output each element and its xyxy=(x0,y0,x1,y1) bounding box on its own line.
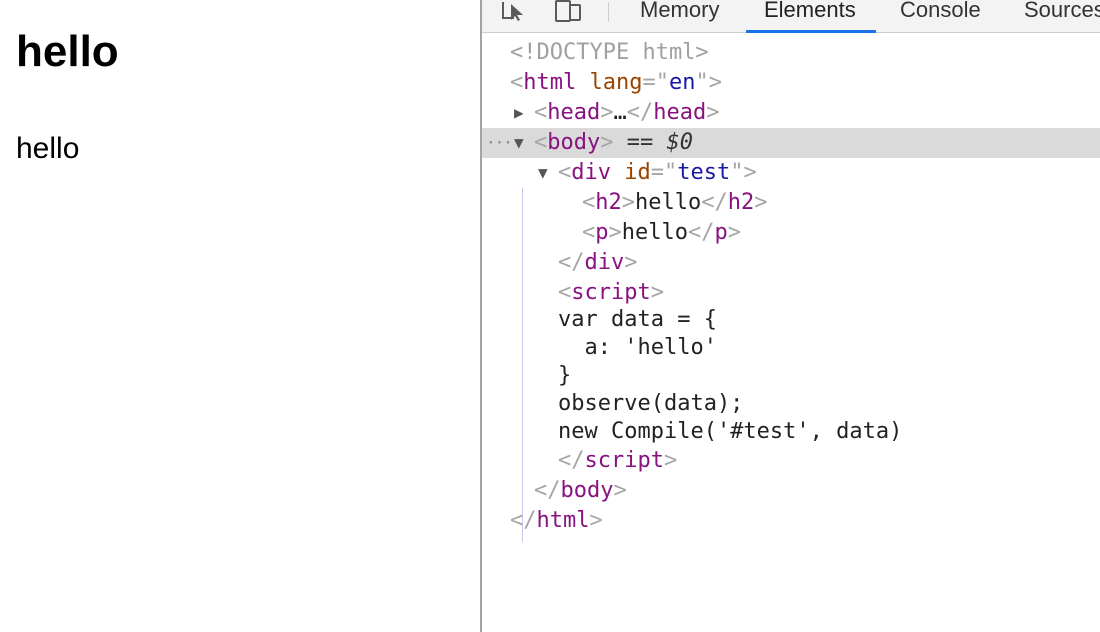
script-tag-name: script xyxy=(571,280,651,305)
dom-node-p[interactable]: <p>hello</p> xyxy=(482,218,1100,248)
dom-node-head[interactable]: ▶ <head>…</head> xyxy=(482,98,1100,128)
script-code-line: new Compile('#test', data) xyxy=(482,418,1100,446)
tab-memory[interactable]: Memory xyxy=(640,0,719,33)
script-line-3: } xyxy=(558,363,572,388)
html-close-tag-name: html xyxy=(536,508,590,533)
html-lang-value: en xyxy=(668,70,696,95)
script-code-line: a: 'hello' xyxy=(482,334,1100,362)
inspect-element-icon[interactable] xyxy=(500,0,530,27)
dom-node-html-close[interactable]: </html> xyxy=(482,506,1100,536)
html-lang-attr: lang xyxy=(589,70,643,95)
p-close-tag-name: p xyxy=(714,220,728,245)
expand-triangle-icon[interactable]: ▶ xyxy=(514,98,524,128)
h2-close-tag-name: h2 xyxy=(727,190,755,215)
script-close-tag-name: script xyxy=(584,448,664,473)
dom-node-div-close[interactable]: </div> xyxy=(482,248,1100,278)
script-code-line: var data = { xyxy=(482,306,1100,334)
h2-text: hello xyxy=(635,190,702,215)
p-text: hello xyxy=(621,220,688,245)
dom-node-body-selected[interactable]: ··· ▼ <body> == $0 xyxy=(482,128,1100,158)
tab-elements[interactable]: Elements xyxy=(746,0,876,33)
toolbar-separator xyxy=(608,2,609,22)
page-paragraph: hello xyxy=(16,132,80,165)
tab-console[interactable]: Console xyxy=(900,0,981,33)
collapse-triangle-icon[interactable]: ▼ xyxy=(538,158,548,188)
page-viewport: hello hello xyxy=(0,0,480,632)
more-actions-icon[interactable]: ··· xyxy=(486,128,513,158)
div-id-attr: id xyxy=(624,160,651,185)
head-tag-name: head xyxy=(547,100,601,125)
dom-node-html[interactable]: <html lang="en"> xyxy=(482,68,1100,98)
collapse-triangle-icon[interactable]: ▼ xyxy=(514,128,524,158)
html-tag-name: html xyxy=(523,70,577,95)
script-line-4: observe(data); xyxy=(558,391,744,416)
dom-node-h2[interactable]: <h2>hello</h2> xyxy=(482,188,1100,218)
body-tag-name: body xyxy=(547,130,601,155)
dom-node-doctype[interactable]: <!DOCTYPE html> xyxy=(482,38,1100,68)
p-tag-name: p xyxy=(595,220,609,245)
div-close-tag-name: div xyxy=(584,250,625,275)
script-code-line: observe(data); xyxy=(482,390,1100,418)
device-toolbar-icon[interactable] xyxy=(552,0,584,27)
div-tag-name: div xyxy=(571,160,611,185)
script-line-2: a: 'hello' xyxy=(558,335,717,360)
dom-node-script[interactable]: <script> xyxy=(482,278,1100,308)
script-line-1: var data = { xyxy=(558,307,717,332)
page-heading: hello xyxy=(16,27,119,76)
selected-marker: == $0 xyxy=(626,130,693,155)
doctype-text: <!DOCTYPE html> xyxy=(510,40,709,65)
head-ellipsis: … xyxy=(613,100,627,125)
dom-node-script-close[interactable]: </script> xyxy=(482,446,1100,476)
dom-node-div[interactable]: ▼ <div id="test"> xyxy=(482,158,1100,188)
devtools-panel: Memory Elements Console Sources <!DOCTYP… xyxy=(480,0,1100,632)
head-close-tag-name: head xyxy=(653,100,707,125)
dom-node-body-close[interactable]: </body> xyxy=(482,476,1100,506)
script-code-line: } xyxy=(482,362,1100,390)
div-id-value: test xyxy=(677,160,731,185)
h2-tag-name: h2 xyxy=(595,190,622,215)
body-close-tag-name: body xyxy=(560,478,614,503)
devtools-toolbar: Memory Elements Console Sources xyxy=(482,0,1100,33)
tab-sources[interactable]: Sources xyxy=(1024,0,1100,33)
script-line-5: new Compile('#test', data) xyxy=(558,419,903,444)
